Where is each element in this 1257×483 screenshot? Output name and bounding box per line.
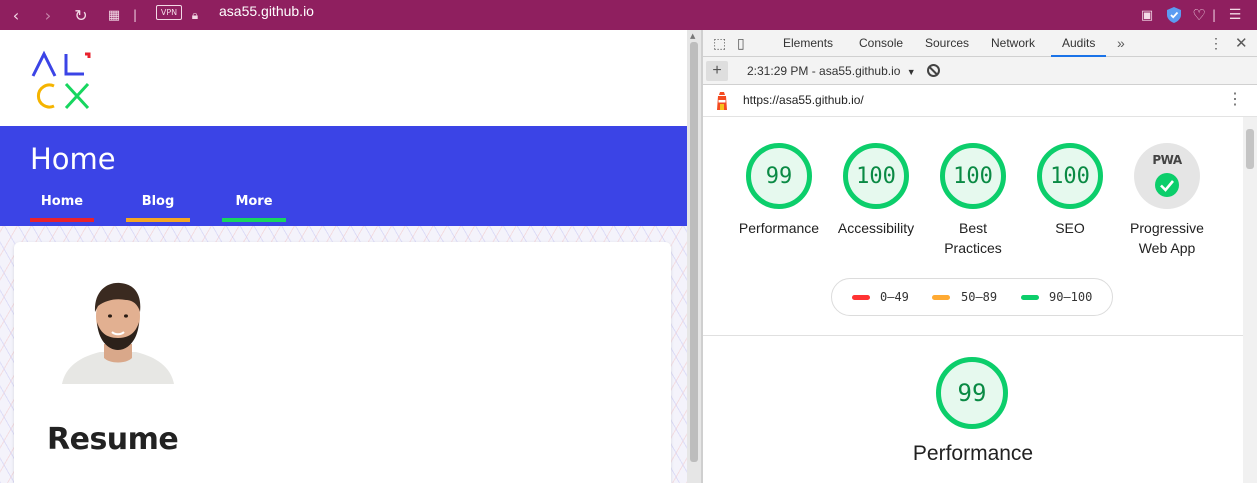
separator: | xyxy=(132,8,138,22)
shield-icon[interactable] xyxy=(1165,0,1183,30)
devtools-scrollbar-thumb[interactable] xyxy=(1246,129,1254,169)
legend-swatch-fail xyxy=(852,295,870,300)
device-toolbar-icon[interactable]: ▯ xyxy=(737,30,745,57)
grid-icon[interactable]: ▦ xyxy=(106,0,122,30)
inspect-icon[interactable]: ⬚ xyxy=(713,30,726,57)
pwa-label-line1: Progressive xyxy=(1130,220,1204,236)
tab-sources[interactable]: Sources xyxy=(925,30,969,57)
heart-icon[interactable]: ♡ xyxy=(1190,0,1208,30)
best-practices-score: 100 xyxy=(953,163,993,189)
performance-section-gauge: 99 xyxy=(936,357,1008,429)
accessibility-gauge[interactable]: 100 xyxy=(843,143,909,209)
nav-blog[interactable]: Blog xyxy=(126,194,190,209)
devtools-tabbar: ⬚ ▯ Elements Console Sources Network Aud… xyxy=(703,30,1257,57)
tab-elements[interactable]: Elements xyxy=(783,30,833,57)
back-icon[interactable]: ‹ xyxy=(8,0,24,30)
clear-icon[interactable] xyxy=(927,64,940,77)
kebab-menu-icon[interactable]: ⋮ xyxy=(1209,30,1223,57)
more-tabs-icon[interactable]: » xyxy=(1117,30,1125,57)
score-legend: 0–49 50–89 90–100 xyxy=(831,278,1113,316)
devtools-scrollbar[interactable] xyxy=(1243,117,1257,483)
best-practices-label-line1: Best xyxy=(958,220,987,236)
nav-home[interactable]: Home xyxy=(30,194,94,209)
seo-gauge[interactable]: 100 xyxy=(1037,143,1103,209)
report-selector-label: 2:31:29 PM - asa55.github.io xyxy=(747,64,901,78)
audited-url: https://asa55.github.io/ xyxy=(743,93,864,107)
section-divider xyxy=(703,335,1243,336)
legend-fail: 0–49 xyxy=(880,290,909,304)
legend-swatch-average xyxy=(932,295,950,300)
nav-home-underline xyxy=(30,218,94,222)
close-icon[interactable]: ✕ xyxy=(1235,30,1248,57)
address-bar[interactable]: asa55.github.io xyxy=(219,0,314,30)
legend-pass: 90–100 xyxy=(1049,290,1093,304)
separator: | xyxy=(1211,8,1217,22)
legend-average: 50–89 xyxy=(961,290,998,304)
lighthouse-icon xyxy=(717,92,727,110)
devtools-panel: ⬚ ▯ Elements Console Sources Network Aud… xyxy=(703,30,1257,483)
tab-console[interactable]: Console xyxy=(859,30,903,57)
lock-icon: 🔒︎ xyxy=(191,7,199,22)
performance-score: 99 xyxy=(765,163,793,189)
pwa-badge[interactable]: PWA xyxy=(1134,143,1200,209)
performance-section-title: Performance xyxy=(912,442,1034,465)
chevron-down-icon: ▼ xyxy=(906,67,916,77)
scroll-up-icon[interactable]: ▲ xyxy=(690,32,695,40)
legend-swatch-pass xyxy=(1021,295,1039,300)
page-scrollbar-thumb[interactable] xyxy=(690,42,698,462)
site-header xyxy=(0,30,687,126)
menu-icon[interactable]: ☰ xyxy=(1226,0,1244,30)
seo-score: 100 xyxy=(1050,163,1090,189)
resume-heading: Resume xyxy=(47,422,179,457)
page-title: Home xyxy=(30,142,116,176)
vpn-badge[interactable]: VPN xyxy=(156,5,182,20)
accessibility-label: Accessibility xyxy=(837,220,915,236)
new-audit-button[interactable]: + xyxy=(706,61,728,81)
camera-icon[interactable]: ▣ xyxy=(1138,0,1156,30)
content-card: Resume xyxy=(14,242,671,483)
reload-icon[interactable]: ↻ xyxy=(72,0,90,30)
page-scrollbar[interactable]: ▲ xyxy=(687,30,701,483)
audited-url-row: https://asa55.github.io/ ⋮ xyxy=(703,85,1257,117)
forward-icon[interactable]: › xyxy=(40,0,56,30)
browser-toolbar: ‹ › ↻ ▦ | VPN 🔒︎ asa55.github.io ▣ ♡ | ☰ xyxy=(0,0,1257,30)
performance-gauge[interactable]: 99 xyxy=(746,143,812,209)
hero-band: Home Home Blog More xyxy=(0,126,687,226)
best-practices-gauge[interactable]: 100 xyxy=(940,143,1006,209)
webpage-viewport: Home Home Blog More Resume xyxy=(0,30,687,483)
pwa-label-line2: Web App xyxy=(1138,240,1196,256)
performance-label: Performance xyxy=(738,220,820,236)
best-practices-label: Best Practices xyxy=(918,218,1028,258)
tab-audits[interactable]: Audits xyxy=(1051,30,1107,57)
performance-section-score: 99 xyxy=(957,379,987,407)
accessibility-score: 100 xyxy=(856,163,896,189)
nav-more-underline xyxy=(222,218,286,222)
tab-network[interactable]: Network xyxy=(991,30,1035,57)
audits-toolbar: + 2:31:29 PM - asa55.github.io ▼ xyxy=(703,57,1257,85)
nav-more[interactable]: More xyxy=(222,194,286,209)
profile-photo xyxy=(62,282,174,384)
report-menu-icon[interactable]: ⋮ xyxy=(1227,85,1243,117)
pwa-label: Progressive Web App xyxy=(1112,218,1222,258)
pwa-logo-icon: PWA xyxy=(1152,153,1182,167)
report-selector[interactable]: 2:31:29 PM - asa55.github.io ▼ xyxy=(747,57,916,85)
seo-label: SEO xyxy=(1055,220,1085,236)
best-practices-label-line2: Practices xyxy=(944,240,1002,256)
nav-blog-underline xyxy=(126,218,190,222)
alcx-logo[interactable] xyxy=(30,50,92,110)
check-icon xyxy=(1155,173,1179,197)
